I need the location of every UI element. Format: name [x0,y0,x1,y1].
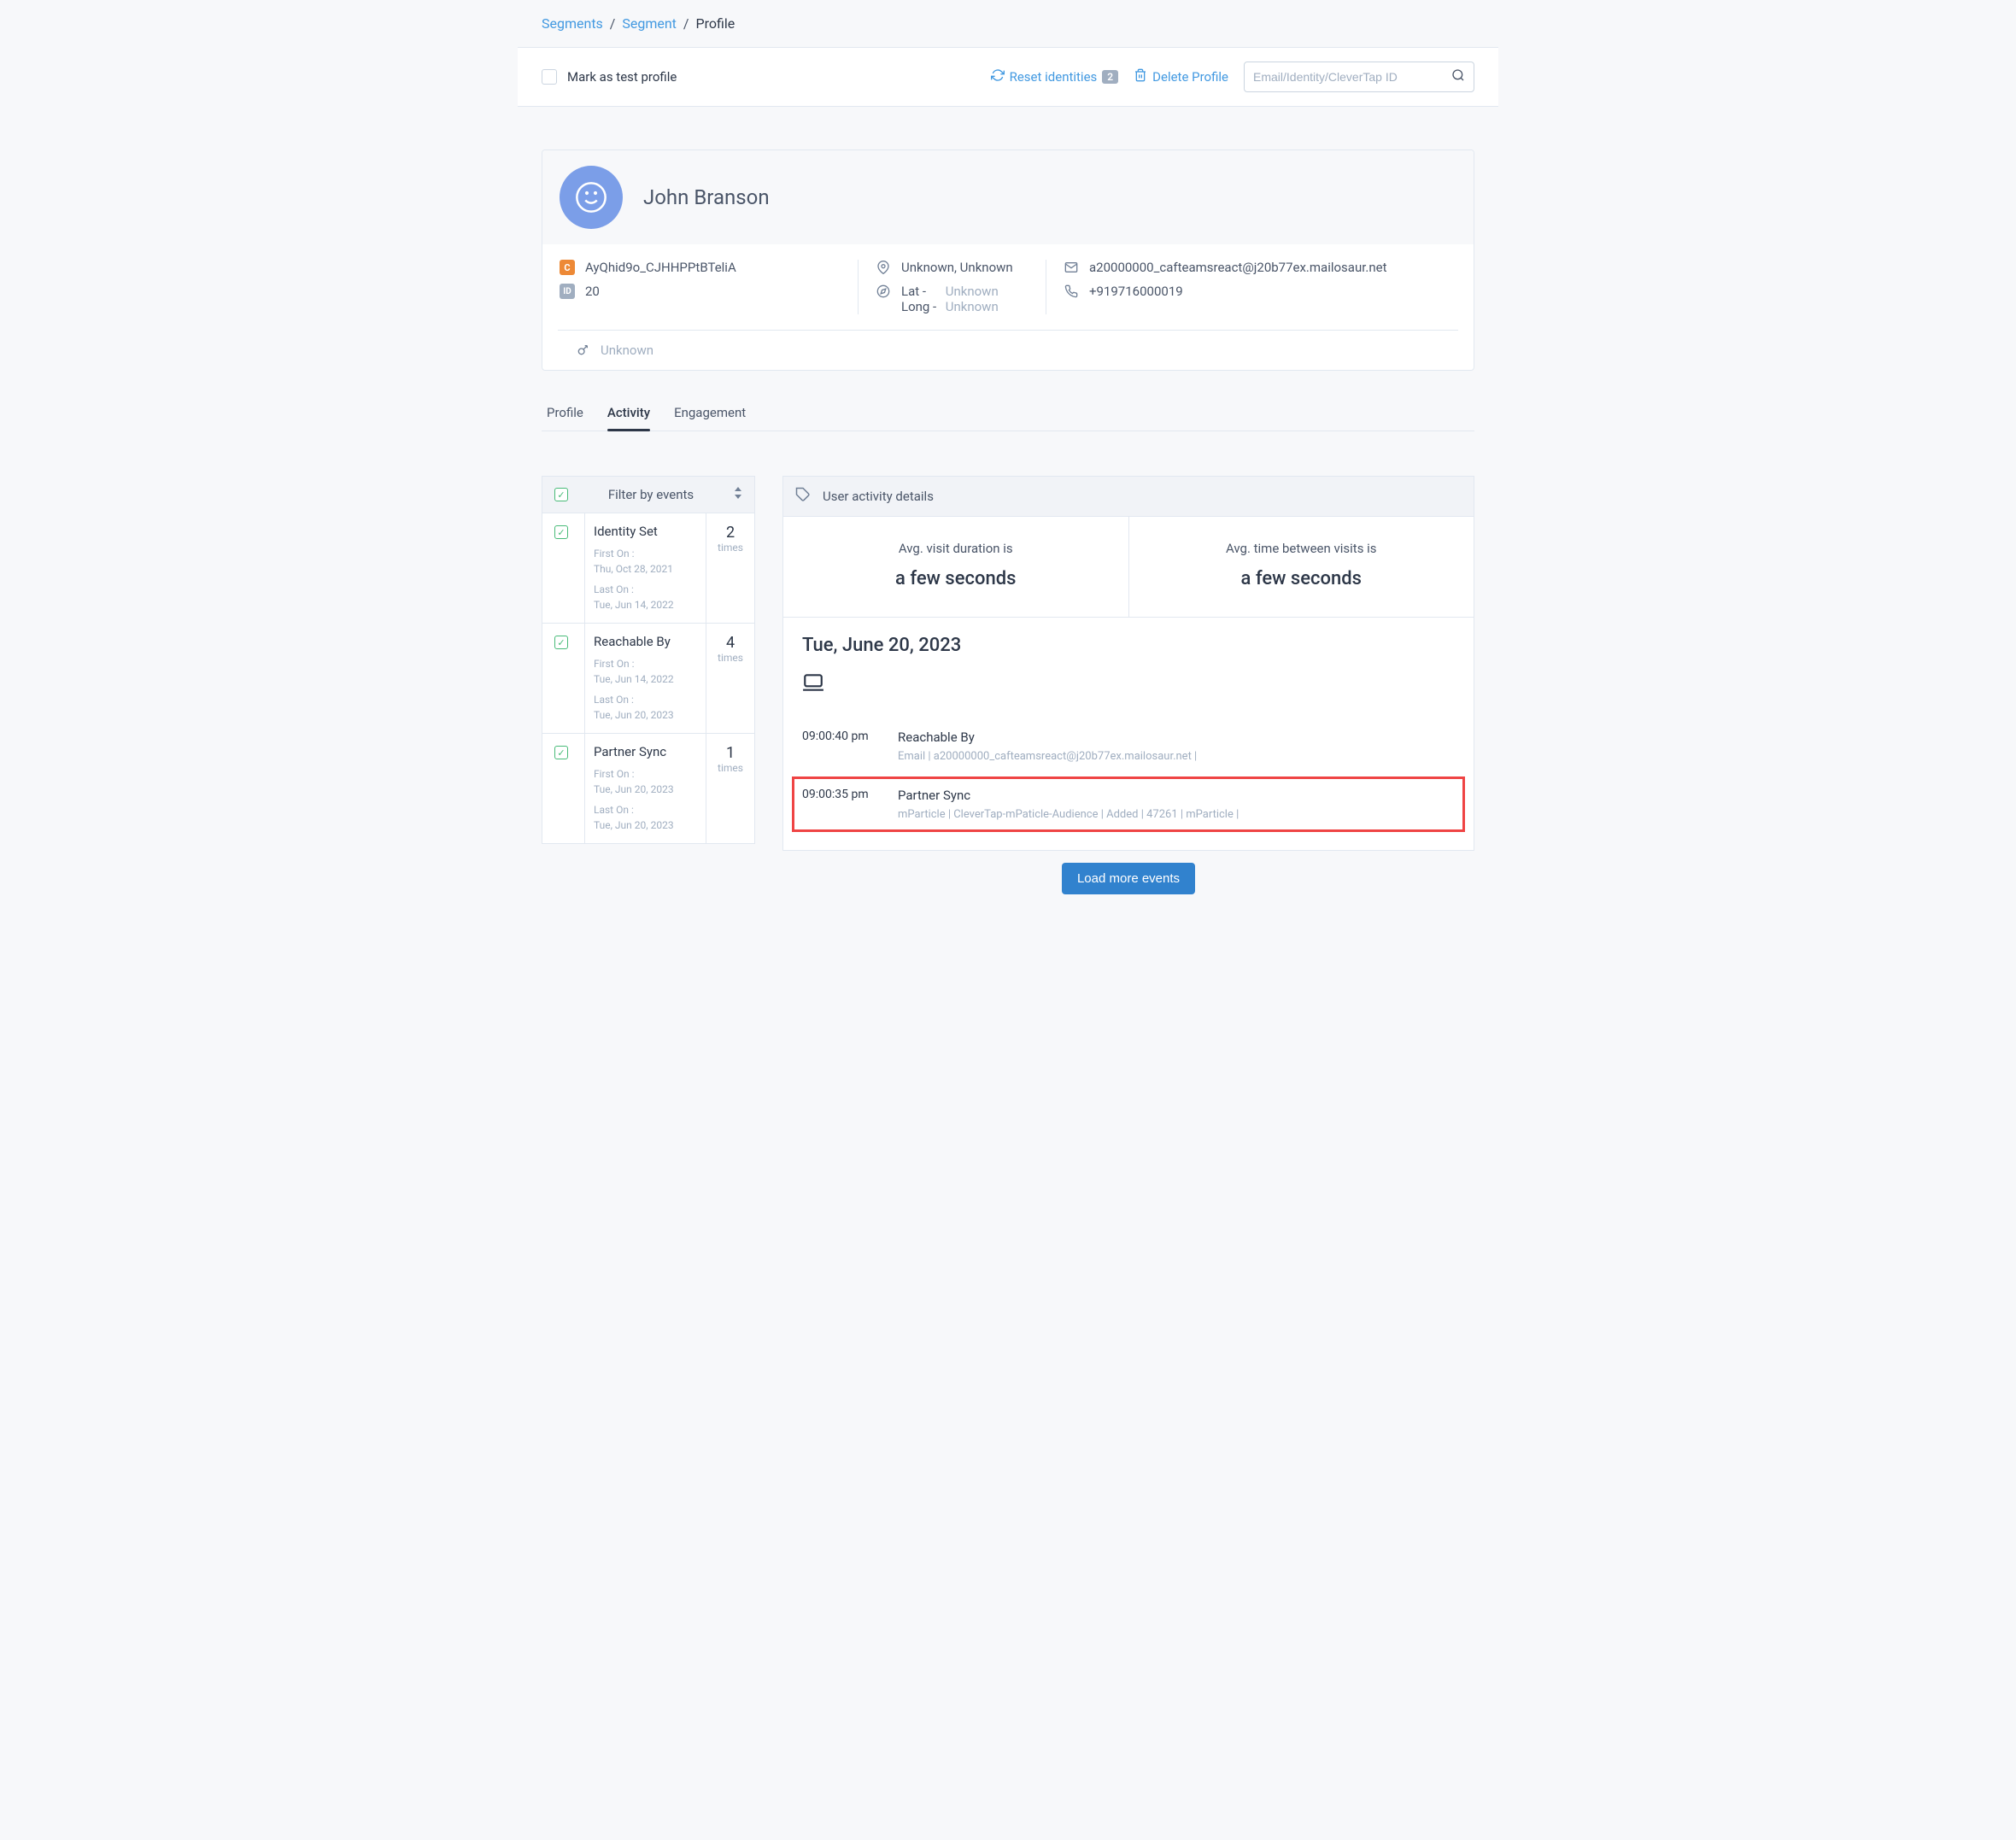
activity-header-title: User activity details [823,489,934,504]
ticket-icon [795,487,811,506]
event-row: ✓ Reachable By First On : Tue, Jun 14, 2… [542,624,754,734]
profile-name: John Branson [643,185,770,209]
filter-all-checkbox[interactable]: ✓ [554,488,568,501]
breadcrumb: Segments / Segment / Profile [518,0,1498,48]
tab-engagement[interactable]: Engagement [674,405,746,431]
activity-panel: User activity details Avg. visit duratio… [782,476,1474,851]
load-more-button[interactable]: Load more events [1062,863,1195,894]
profile-cid: AyQhid9o_CJHHPPtBTeliA [585,260,736,275]
tabs: Profile Activity Engagement [542,405,1474,431]
stat-avg-visit: Avg. visit duration is a few seconds [783,517,1129,617]
tab-activity[interactable]: Activity [607,405,650,431]
event-name[interactable]: Reachable By [594,634,699,649]
action-bar: Mark as test profile Reset identities 2 … [518,48,1498,107]
refresh-icon [991,68,1005,85]
location-icon [876,260,891,275]
event-checkbox[interactable]: ✓ [554,636,568,649]
profile-phone: +919716000019 [1089,284,1183,299]
search-icon[interactable] [1451,68,1465,85]
breadcrumb-current: Profile [695,15,735,32]
search-box[interactable] [1244,62,1474,92]
activity-date: Tue, June 20, 2023 [802,635,1455,656]
activity-item-meta: mParticle | CleverTap-mPaticle-Audience … [898,808,1455,821]
clevertap-icon: C [560,260,575,275]
event-row: ✓ Partner Sync First On : Tue, Jun 20, 2… [542,734,754,843]
activity-item-meta: Email | a20000000_cafteamsreact@j20b77ex… [898,750,1455,763]
event-row: ✓ Identity Set First On : Thu, Oct 28, 2… [542,513,754,624]
stat-avg-between: Avg. time between visits is a few second… [1129,517,1474,617]
mark-test-label: Mark as test profile [567,69,677,85]
id-icon: ID [560,284,575,299]
delete-profile-link[interactable]: Delete Profile [1134,68,1228,85]
profile-card: John Branson C AyQhid9o_CJHHPPtBTeliA ID… [542,149,1474,371]
search-input[interactable] [1253,70,1451,84]
reset-identities-link[interactable]: Reset identities 2 [991,68,1119,85]
profile-location: Unknown, Unknown [901,260,1013,275]
compass-icon [876,284,891,299]
profile-gender: Unknown [601,343,653,358]
event-checkbox[interactable]: ✓ [554,525,568,539]
event-name[interactable]: Partner Sync [594,744,699,759]
activity-time: 09:00:35 pm [802,788,881,821]
profile-email: a20000000_cafteamsreact@j20b77ex.mailosa… [1089,260,1387,275]
profile-id: 20 [585,284,600,299]
activity-item-title: Partner Sync [898,788,1455,803]
profile-lat: Unknown [946,284,999,299]
phone-icon [1064,284,1079,299]
filter-title: Filter by events [578,487,724,502]
laptop-icon [802,671,1455,699]
activity-item-highlighted[interactable]: 09:00:35 pm Partner Sync mParticle | Cle… [792,776,1465,832]
gender-icon [575,343,590,358]
event-name[interactable]: Identity Set [594,524,699,539]
filter-panel: ✓ Filter by events ✓ Identity Set First … [542,476,755,844]
trash-icon [1134,68,1147,85]
sort-icon[interactable] [734,487,742,502]
avatar [560,166,623,229]
event-checkbox[interactable]: ✓ [554,746,568,759]
activity-item-title: Reachable By [898,730,1455,745]
tab-profile[interactable]: Profile [547,405,583,431]
reset-count-badge: 2 [1102,70,1118,84]
mark-test-checkbox[interactable] [542,69,557,85]
email-icon [1064,260,1079,275]
breadcrumb-segments[interactable]: Segments [542,15,603,32]
breadcrumb-segment[interactable]: Segment [622,15,677,32]
profile-long: Unknown [946,299,999,314]
activity-item[interactable]: 09:00:40 pm Reachable By Email | a200000… [802,719,1455,773]
activity-time: 09:00:40 pm [802,730,881,763]
